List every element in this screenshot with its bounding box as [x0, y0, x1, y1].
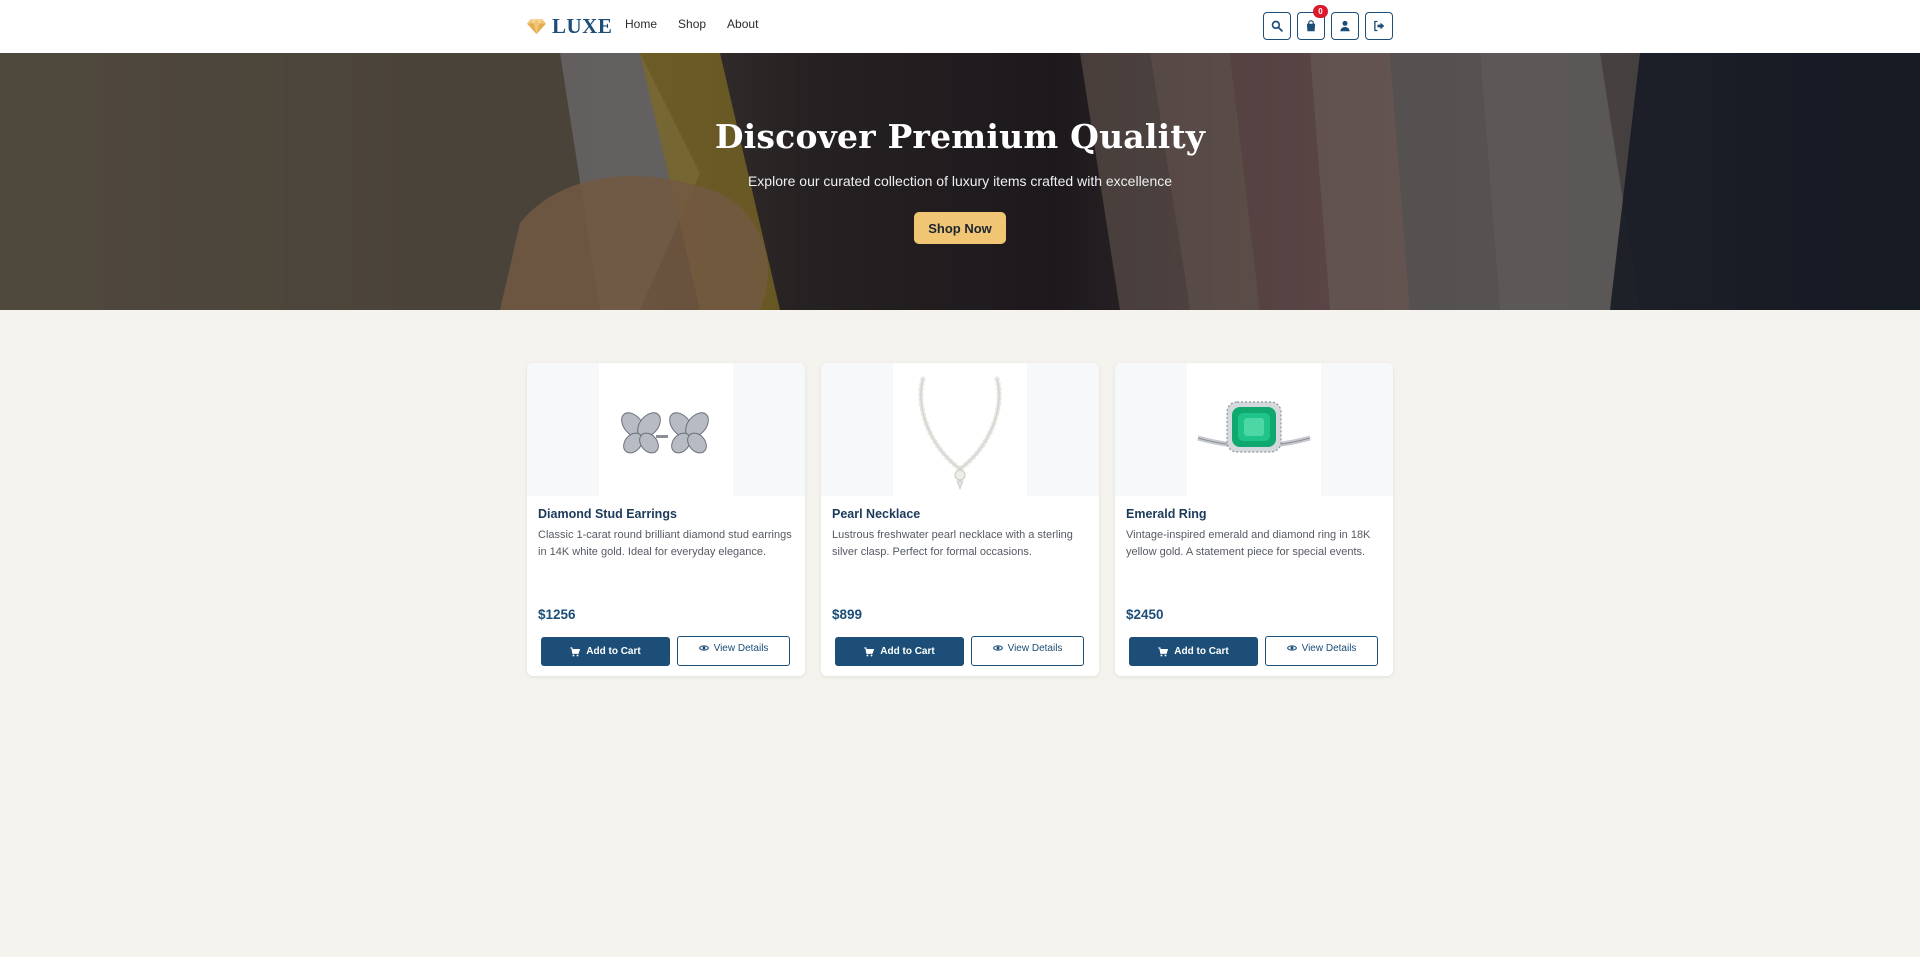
cart-icon	[864, 646, 875, 656]
view-details-button[interactable]: View Details	[971, 636, 1084, 666]
product-card: Diamond Stud Earrings Classic 1-carat ro…	[527, 363, 805, 676]
cart-count-badge: 0	[1313, 5, 1328, 18]
eye-icon	[698, 645, 709, 651]
nav-links: Home Shop About	[625, 17, 758, 31]
cart-icon	[570, 646, 581, 656]
sign-out-icon	[1374, 20, 1385, 32]
nav-actions: 0	[1263, 5, 1393, 40]
product-description: Lustrous freshwater pearl necklace with …	[832, 529, 1073, 558]
add-to-cart-button[interactable]: Add to Cart	[1129, 637, 1258, 666]
add-to-cart-label: Add to Cart	[1174, 646, 1229, 657]
product-image[interactable]	[1187, 363, 1321, 496]
view-details-label: View Details	[1301, 642, 1357, 654]
nav-link-shop[interactable]: Shop	[678, 17, 706, 31]
product-card: Pearl Necklace Lustrous freshwater pearl…	[821, 363, 1099, 676]
shopping-bag-icon	[1306, 20, 1316, 32]
product-price: $1256	[538, 607, 576, 622]
nav-link-about[interactable]: About	[727, 17, 758, 31]
cart-button[interactable]: 0	[1297, 5, 1328, 40]
add-to-cart-label: Add to Cart	[586, 646, 641, 657]
product-name[interactable]: Diamond Stud Earrings	[538, 507, 677, 521]
user-icon	[1340, 20, 1350, 32]
product-image[interactable]	[599, 363, 733, 496]
product-image-frame	[527, 363, 805, 496]
view-details-label: View Details	[713, 642, 769, 654]
product-image[interactable]	[893, 363, 1027, 496]
nav-link-home[interactable]: Home	[625, 17, 657, 31]
product-description: Classic 1-carat round brilliant diamond …	[538, 529, 792, 558]
top-navbar: LUXE Home Shop About 0	[0, 0, 1920, 53]
product-image-frame	[1115, 363, 1393, 496]
brand-name: LUXE	[552, 14, 613, 38]
view-details-button[interactable]: View Details	[1265, 636, 1378, 666]
add-to-cart-label: Add to Cart	[880, 646, 935, 657]
product-name[interactable]: Pearl Necklace	[832, 507, 920, 521]
eye-icon	[1286, 645, 1297, 651]
cart-icon	[1158, 646, 1169, 656]
hero-title: Discover Premium Quality	[714, 117, 1206, 156]
eye-icon	[992, 645, 1003, 651]
add-to-cart-button[interactable]: Add to Cart	[541, 637, 670, 666]
view-details-label: View Details	[1007, 642, 1063, 654]
product-image-frame	[821, 363, 1099, 496]
account-button[interactable]	[1331, 12, 1359, 40]
product-grid: Diamond Stud Earrings Classic 1-carat ro…	[527, 363, 1393, 676]
hero-content: Discover Premium Quality Explore our cur…	[0, 53, 1920, 310]
add-to-cart-button[interactable]: Add to Cart	[835, 637, 964, 666]
gem-icon	[527, 18, 546, 35]
product-description: Vintage-inspired emerald and diamond rin…	[1126, 529, 1371, 558]
view-details-button[interactable]: View Details	[677, 636, 790, 666]
hero-subtitle: Explore our curated collection of luxury…	[747, 173, 1173, 189]
product-card: Emerald Ring Vintage-inspired emerald an…	[1115, 363, 1393, 676]
shop-now-button[interactable]: Shop Now	[914, 212, 1006, 244]
search-icon	[1271, 20, 1283, 32]
product-price: $899	[832, 607, 863, 622]
pearl-necklace-image	[918, 376, 1002, 491]
emerald-ring-image	[1197, 400, 1311, 453]
navbar-container: LUXE Home Shop About 0	[527, 0, 1393, 53]
product-name[interactable]: Emerald Ring	[1126, 507, 1207, 521]
brand-logo-link[interactable]: LUXE	[527, 14, 612, 39]
sign-out-button[interactable]	[1365, 12, 1393, 40]
product-price: $2450	[1126, 607, 1164, 622]
search-button[interactable]	[1263, 12, 1291, 40]
earrings-image	[621, 411, 709, 453]
hero-banner: Discover Premium Quality Explore our cur…	[0, 53, 1920, 310]
